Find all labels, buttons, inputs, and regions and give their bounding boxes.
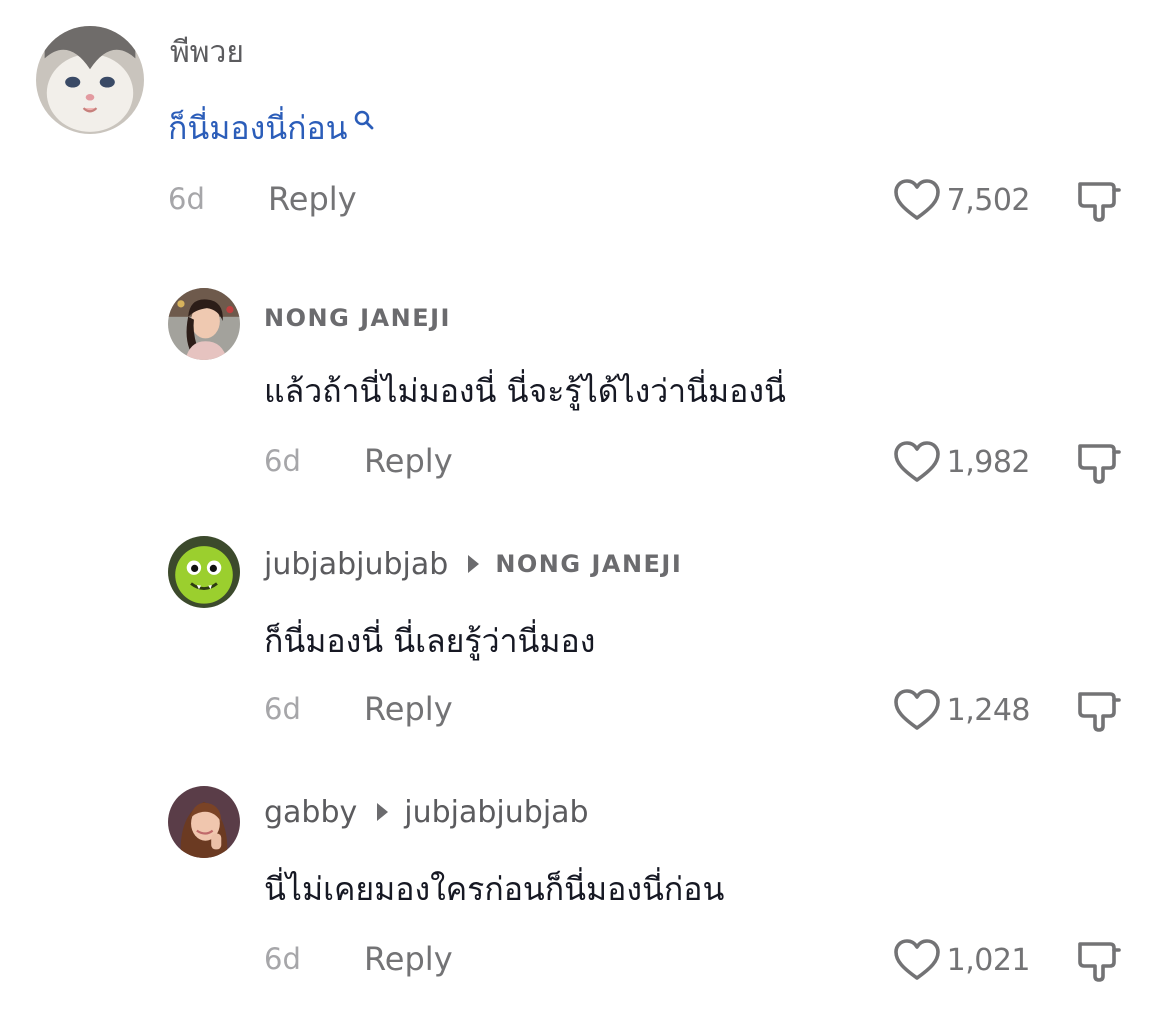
comment-timestamp: 6d <box>264 444 301 478</box>
heart-icon <box>893 939 940 980</box>
comment-author-row: พีพวย <box>170 32 244 72</box>
dislike-icon[interactable] <box>1076 440 1122 486</box>
username[interactable]: gabby <box>264 795 357 830</box>
comment-timestamp: 6d <box>168 182 205 216</box>
like-count: 1,248 <box>946 692 1031 728</box>
comment-timestamp: 6d <box>264 692 301 726</box>
reply-item: gabby jubjabjubjab นี่ไม่เคยมองใครก่อนก็… <box>0 750 1170 1020</box>
comment-text[interactable]: นี่ไม่เคยมองใครก่อนก็นี่มองนี่ก่อน <box>264 864 724 915</box>
username[interactable]: พีพวย <box>170 29 244 76</box>
comment-author-row: jubjabjubjab NONG JANEJI <box>264 544 682 584</box>
reply-arrow-icon <box>468 555 480 573</box>
reply-button[interactable]: Reply <box>364 442 453 480</box>
comment-author-row: gabby jubjabjubjab <box>264 792 589 832</box>
reply-button[interactable]: Reply <box>364 690 453 728</box>
reply-item: NONG JANEJI แล้วถ้านี่ไม่มองนี่ นี่จะรู้… <box>0 250 1170 500</box>
like-count: 1,021 <box>946 942 1031 978</box>
like-button[interactable]: 7,502 <box>893 178 1031 222</box>
like-button[interactable]: 1,248 <box>893 688 1031 732</box>
dislike-icon[interactable] <box>1076 178 1122 224</box>
comment-text[interactable]: ก็นี่มองนี่ นี่เลยรู้ว่านี่มอง <box>264 616 595 667</box>
heart-icon <box>893 441 940 482</box>
avatar[interactable] <box>168 288 240 360</box>
comment-author-row: NONG JANEJI <box>264 298 451 338</box>
reply-to-username[interactable]: jubjabjubjab <box>404 795 588 830</box>
comment-text[interactable]: แล้วถ้านี่ไม่มองนี่ นี่จะรู้ได้ไงว่านี่ม… <box>264 366 786 417</box>
comment-text-content[interactable]: ก็นี่มองนี่ก่อน <box>168 103 348 154</box>
comment-timestamp: 6d <box>264 942 301 976</box>
like-count: 7,502 <box>946 182 1031 218</box>
like-button[interactable]: 1,021 <box>893 938 1031 982</box>
avatar[interactable] <box>36 26 144 134</box>
reply-button[interactable]: Reply <box>364 940 453 978</box>
reply-button[interactable]: Reply <box>268 180 357 218</box>
reply-to-username[interactable]: NONG JANEJI <box>495 550 682 578</box>
heart-icon <box>893 689 940 730</box>
username[interactable]: NONG JANEJI <box>264 304 451 332</box>
dislike-icon[interactable] <box>1076 688 1122 734</box>
reply-arrow-icon <box>377 803 389 821</box>
dislike-icon[interactable] <box>1076 938 1122 984</box>
like-count: 1,982 <box>946 444 1031 480</box>
reply-item: jubjabjubjab NONG JANEJI ก็นี่มองนี่ นี่… <box>0 500 1170 750</box>
like-button[interactable]: 1,982 <box>893 440 1031 484</box>
comment-text[interactable]: ก็นี่มองนี่ก่อน <box>168 103 376 154</box>
username[interactable]: jubjabjubjab <box>264 547 448 582</box>
comment-item: พีพวย ก็นี่มองนี่ก่อน 6d Reply 7,502 <box>0 0 1170 250</box>
search-icon <box>354 110 373 129</box>
heart-icon <box>893 179 940 220</box>
avatar[interactable] <box>168 786 240 858</box>
avatar[interactable] <box>168 536 240 608</box>
